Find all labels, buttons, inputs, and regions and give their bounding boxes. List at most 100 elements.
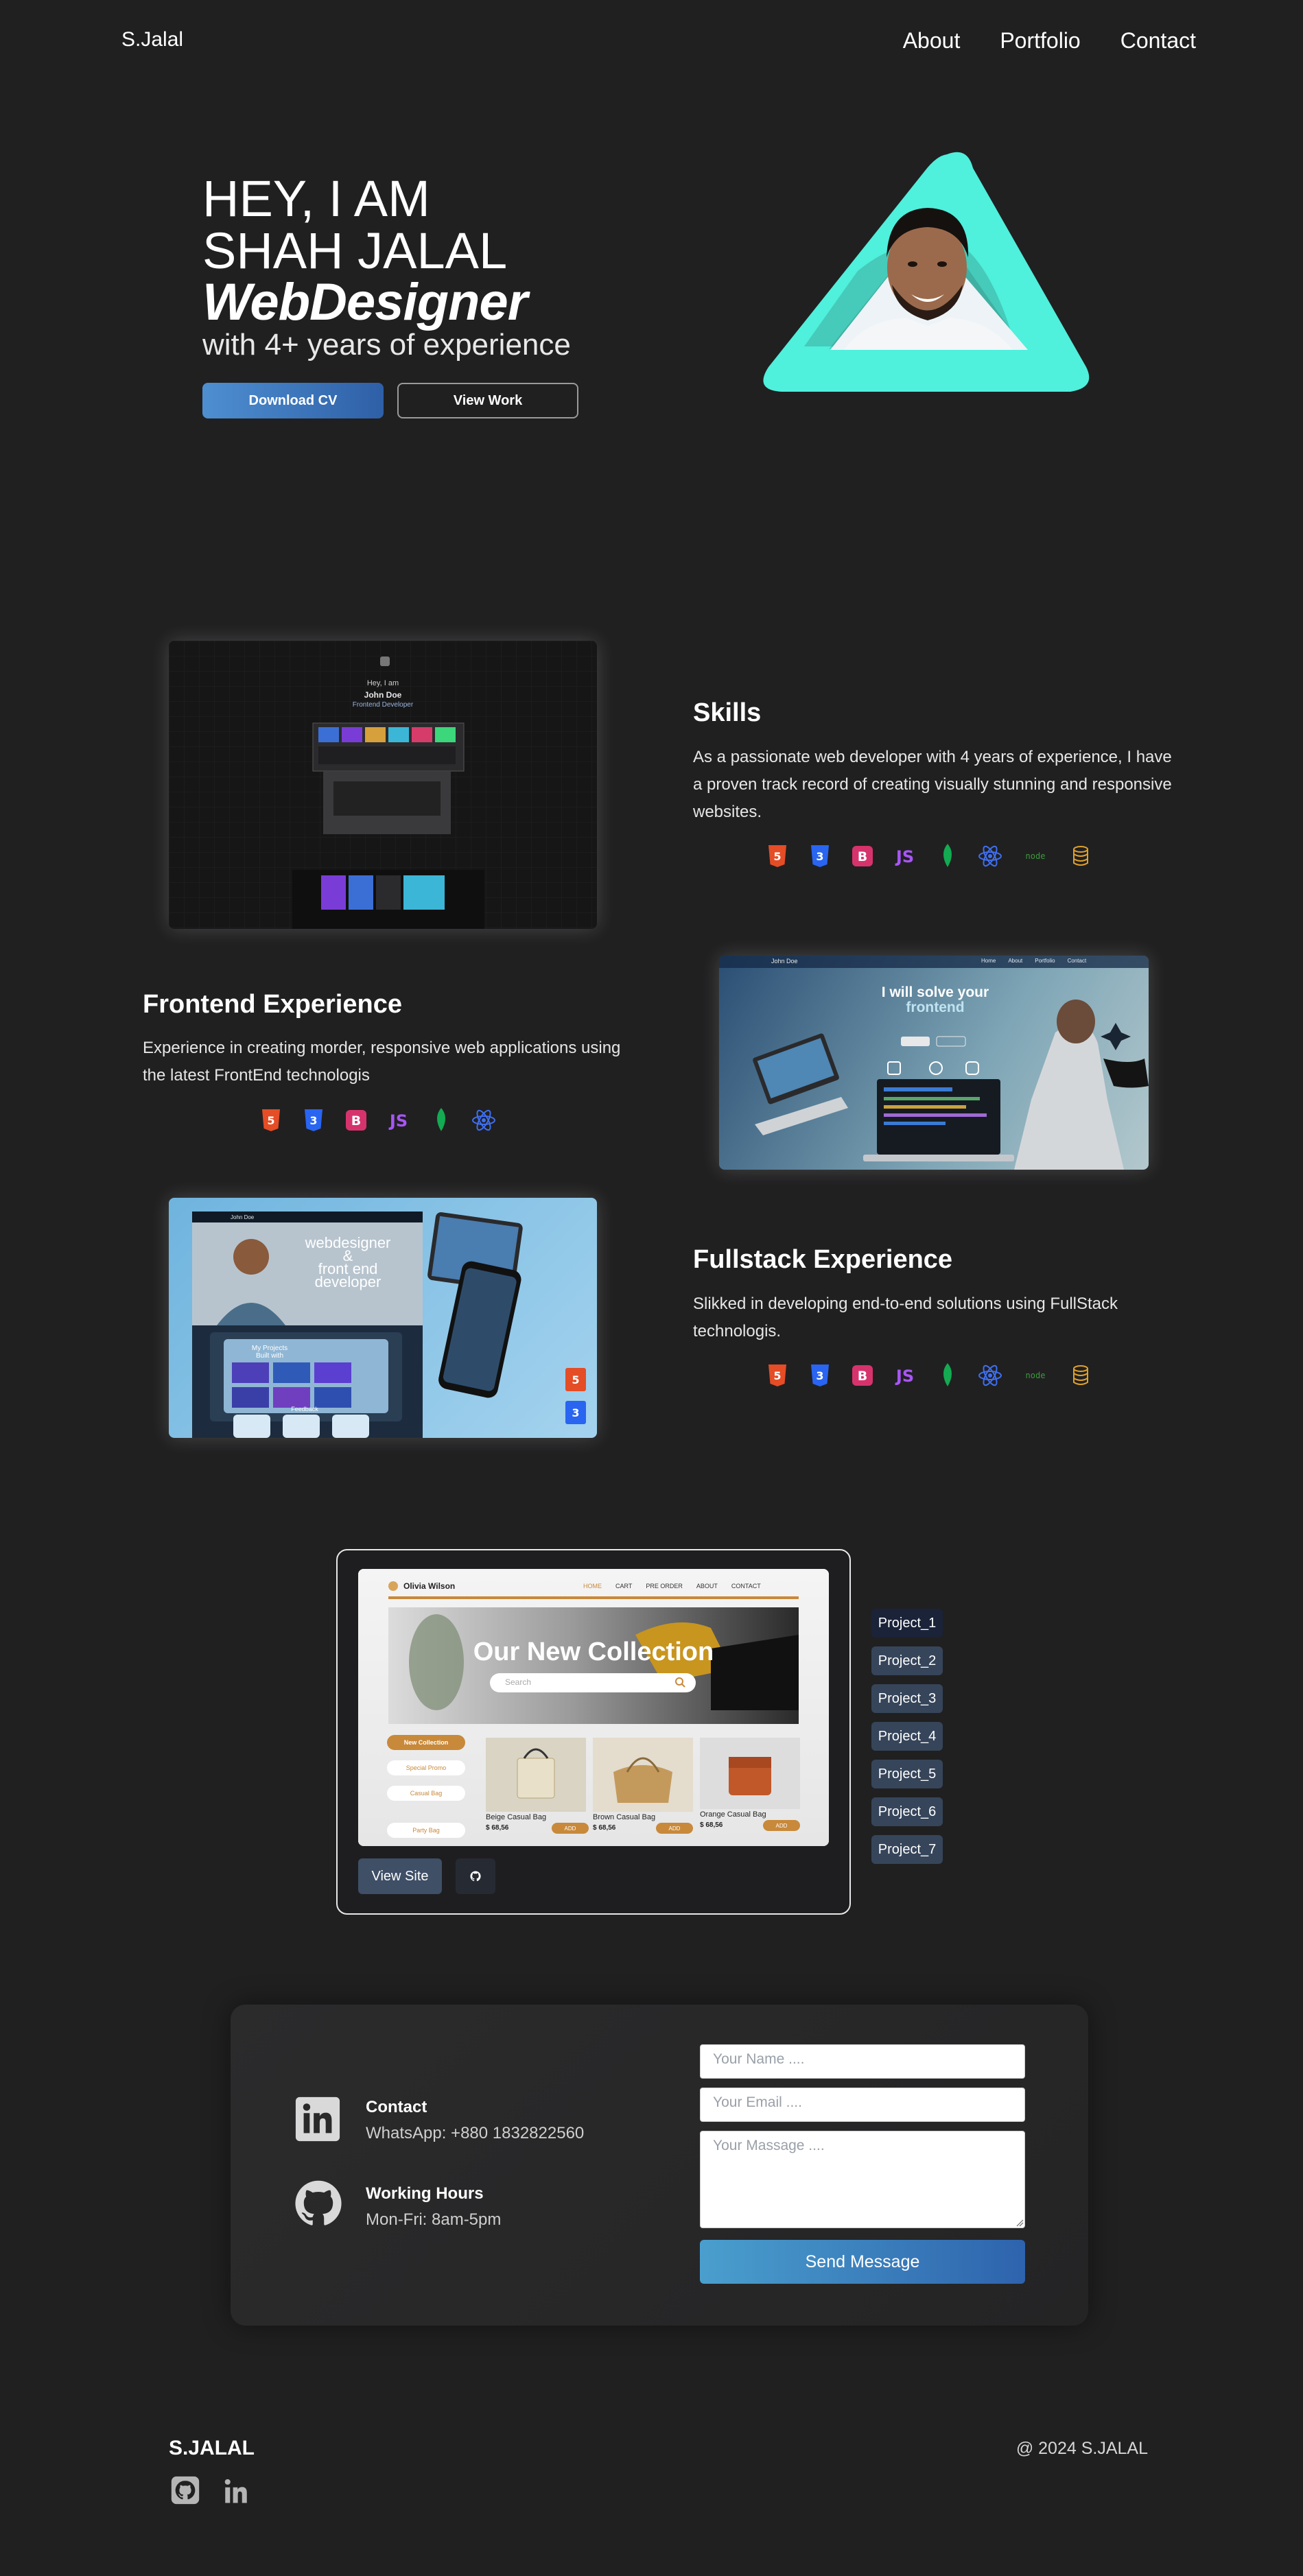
html5-icon: 5 <box>764 842 791 870</box>
hero-portrait <box>763 152 1090 392</box>
fullstack-preview-image: 5 3 John Doe webdesigner & front end dev… <box>169 1198 597 1438</box>
preview-menu-item: HOME <box>583 1583 602 1590</box>
svg-text:5: 5 <box>267 1114 274 1127</box>
svg-text:JS: JS <box>388 1111 408 1131</box>
search-icon <box>675 1677 685 1688</box>
project-tab-5[interactable]: Project_5 <box>871 1760 943 1788</box>
linkedin-icon[interactable] <box>294 2095 342 2143</box>
hero-name: SHAH JALAL <box>202 222 508 279</box>
preview-feedback-label: Feedback <box>291 1406 318 1413</box>
project-tab-3[interactable]: Project_3 <box>871 1684 943 1713</box>
add-to-cart-button: ADD <box>656 1823 693 1834</box>
preview-menu-item: PRE ORDER <box>646 1583 683 1590</box>
github-icon[interactable] <box>292 2177 344 2230</box>
preview-projects-label: My Projects Built with <box>225 1345 314 1360</box>
product-image <box>593 1738 693 1812</box>
hero-greeting: HEY, I AM <box>202 170 430 227</box>
product-image <box>700 1738 800 1809</box>
view-work-button[interactable]: View Work <box>397 383 578 418</box>
react-icon <box>470 1107 497 1134</box>
download-cv-button[interactable]: Download CV <box>202 383 384 418</box>
svg-text:B: B <box>351 1113 361 1129</box>
bootstrap-icon: B <box>849 842 876 870</box>
preview-projects-title: My Projects <box>251 1345 288 1352</box>
add-to-cart-button: ADD <box>763 1820 800 1831</box>
frontend-tech-icons: 5 3 B JS <box>257 1107 497 1134</box>
project-tab-7[interactable]: Project_7 <box>871 1835 943 1864</box>
project-tab-6[interactable]: Project_6 <box>871 1797 943 1826</box>
working-hours-title: Working Hours <box>366 2184 484 2203</box>
html5-icon: 5 <box>257 1107 285 1134</box>
product-price: $ 68,56 <box>486 1824 509 1832</box>
working-hours-text: Mon-Fri: 8am-5pm <box>366 2210 502 2229</box>
github-repo-button[interactable] <box>456 1858 495 1894</box>
nodejs-icon: node <box>1019 842 1052 870</box>
preview-role: Frontend Developer <box>352 701 414 709</box>
preview-menu-item: ABOUT <box>696 1583 718 1590</box>
preview-menu-item: CART <box>615 1583 633 1590</box>
hero-role: WebDesigner <box>202 273 528 331</box>
project-tab-2[interactable]: Project_2 <box>871 1646 943 1675</box>
message-field[interactable]: Your Massage .... <box>700 2131 1025 2228</box>
category-party-bag: Party Bag <box>387 1823 465 1838</box>
hero-experience: with 4+ years of experience <box>202 328 571 362</box>
fullstack-title: Fullstack Experience <box>693 1245 953 1274</box>
preview-hero-line: developer <box>314 1273 381 1290</box>
project-tab-4[interactable]: Project_4 <box>871 1722 943 1751</box>
bootstrap-icon: B <box>849 1362 876 1389</box>
skills-text: As a passionate web developer with 4 yea… <box>693 748 1172 821</box>
name-field[interactable]: Your Name .... <box>700 2044 1025 2079</box>
preview-banner-title: Our New Collection <box>473 1638 714 1666</box>
svg-text:3: 3 <box>572 1406 579 1419</box>
github-icon[interactable] <box>170 2475 200 2505</box>
site-brand[interactable]: S.Jalal <box>121 28 183 51</box>
svg-text:B: B <box>858 1369 867 1384</box>
product-name: Orange Casual Bag <box>700 1810 766 1819</box>
mongodb-icon <box>427 1107 455 1134</box>
product-price: $ 68,56 <box>700 1821 723 1829</box>
database-icon <box>1067 1362 1094 1389</box>
email-field[interactable]: Your Email .... <box>700 2088 1025 2122</box>
bootstrap-icon: B <box>342 1107 370 1134</box>
project-tab-1[interactable]: Project_1 <box>871 1609 943 1638</box>
resize-handle-icon[interactable] <box>1016 2219 1024 2227</box>
nav-link-about[interactable]: About <box>903 28 961 54</box>
nodejs-icon: node <box>1019 1362 1052 1389</box>
preview-name: John Doe <box>364 690 402 700</box>
javascript-icon: JS <box>891 842 919 870</box>
frontend-text: Experience in creating morder, responsiv… <box>143 1039 621 1085</box>
react-icon <box>976 842 1004 870</box>
svg-text:3: 3 <box>816 850 823 863</box>
css3-icon: 3 <box>300 1107 327 1134</box>
preview-hero-text: webdesigner & front end developer <box>290 1236 406 1290</box>
linkedin-icon[interactable] <box>221 2477 251 2505</box>
svg-text:JS: JS <box>895 1367 914 1386</box>
svg-text:JS: JS <box>895 847 914 866</box>
github-icon <box>470 1871 481 1882</box>
fullstack-text: Slikked in developing end-to-end solutio… <box>693 1295 1118 1340</box>
javascript-icon: JS <box>891 1362 919 1389</box>
nav-link-portfolio[interactable]: Portfolio <box>1000 28 1080 54</box>
category-new-collection: New Collection <box>387 1735 465 1750</box>
svg-text:node: node <box>1026 1371 1046 1380</box>
css3-icon: 3 <box>806 842 834 870</box>
brand-logo-icon <box>388 1581 398 1591</box>
view-site-button[interactable]: View Site <box>358 1858 442 1894</box>
javascript-icon: JS <box>385 1107 412 1134</box>
frontend-title: Frontend Experience <box>143 990 402 1019</box>
database-icon <box>1067 842 1094 870</box>
devices-mockup <box>753 1000 1149 1170</box>
mongodb-icon <box>934 842 961 870</box>
preview-menu-item: CONTACT <box>731 1583 761 1590</box>
svg-text:node: node <box>1026 851 1046 861</box>
css3-icon: 3 <box>806 1362 834 1389</box>
send-message-button[interactable]: Send Message <box>700 2240 1025 2284</box>
svg-text:3: 3 <box>816 1369 823 1382</box>
svg-text:3: 3 <box>309 1114 317 1127</box>
frontend-preview-image: John Doe Home About Portfolio Contact I … <box>719 956 1149 1170</box>
main-nav: About Portfolio Contact <box>903 28 1196 54</box>
preview-divider <box>388 1596 799 1599</box>
skills-title: Skills <box>693 698 762 727</box>
svg-text:5: 5 <box>773 1369 781 1382</box>
nav-link-contact[interactable]: Contact <box>1120 28 1196 54</box>
